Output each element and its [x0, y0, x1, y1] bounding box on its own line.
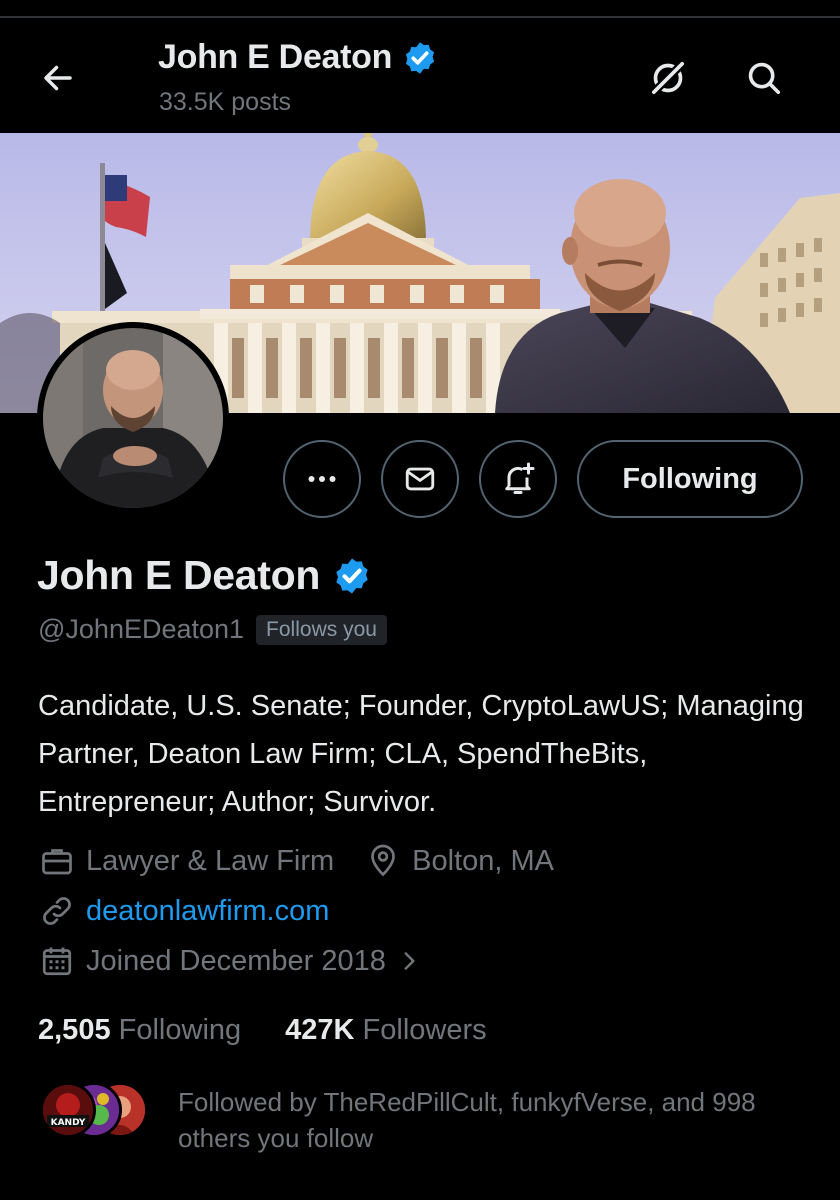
search-icon: [748, 62, 781, 95]
location-item: Bolton, MA: [364, 842, 554, 880]
website-item[interactable]: deatonlawfirm.com: [38, 892, 329, 930]
meta-row-2: deatonlawfirm.com: [38, 892, 329, 930]
mail-icon: [405, 467, 435, 491]
profile-handle: @JohnEDeaton1: [38, 614, 245, 644]
search-button[interactable]: [740, 54, 788, 102]
header-title: John E Deaton: [158, 38, 393, 76]
message-button[interactable]: [381, 440, 459, 518]
more-icon: [308, 476, 336, 482]
followers-stat[interactable]: 427K Followers: [285, 1014, 486, 1047]
verified-badge-icon[interactable]: [332, 556, 372, 596]
category-item: Lawyer & Law Firm: [38, 842, 334, 880]
follow-stats: 2,505 Following 427K Followers: [38, 1014, 487, 1047]
notification-bell-icon: [505, 462, 535, 494]
followed-by-text: Followed by TheRedPillCult, funkyfVerse,…: [178, 1087, 756, 1153]
more-button[interactable]: [283, 440, 361, 518]
link-icon: [43, 897, 71, 925]
notifications-button[interactable]: [479, 440, 557, 518]
post-count: 33.5K posts: [159, 88, 292, 116]
back-button[interactable]: [36, 56, 80, 100]
joined-text: Joined December 2018: [86, 944, 386, 977]
followed-by-row[interactable]: KANDY Followed by TheRedPillCult, funkyf…: [40, 1082, 798, 1156]
followed-by-avatars: KANDY: [40, 1082, 148, 1140]
back-arrow-icon: [44, 65, 72, 91]
profile-name: John E Deaton: [37, 552, 321, 598]
grok-button[interactable]: [644, 54, 692, 102]
avatar-image: [43, 328, 223, 508]
followers-label: Followers: [362, 1014, 487, 1046]
chevron-right-icon: [404, 952, 415, 970]
following-button[interactable]: Following: [577, 440, 803, 518]
profile-header: John E Deaton 33.5K posts: [0, 20, 840, 132]
following-count: 2,505: [38, 1014, 111, 1046]
profile-avatar[interactable]: [37, 322, 229, 514]
briefcase-icon: [42, 849, 72, 875]
follows-you-badge: Follows you: [256, 614, 387, 645]
top-divider: [0, 16, 840, 18]
website-link[interactable]: deatonlawfirm.com: [86, 895, 329, 928]
follower-avatar-1: KANDY: [40, 1082, 96, 1138]
location-pin-icon: [371, 844, 396, 877]
calendar-icon: [42, 947, 72, 976]
following-stat[interactable]: 2,505 Following: [38, 1014, 241, 1047]
followers-count: 427K: [285, 1014, 355, 1046]
profile-bio: Candidate, U.S. Senate; Founder, CryptoL…: [38, 690, 804, 818]
joined-item[interactable]: Joined December 2018: [38, 942, 422, 980]
meta-row-1: Lawyer & Law Firm Bolton, MA: [38, 842, 554, 880]
grok-icon: [651, 61, 685, 95]
verified-badge-icon: [406, 41, 435, 74]
following-label: Following: [118, 1014, 242, 1046]
category-text: Lawyer & Law Firm: [86, 844, 335, 877]
kandy-logo-text: KANDY: [51, 1118, 86, 1128]
location-text: Bolton, MA: [412, 844, 555, 877]
meta-row-3: Joined December 2018: [38, 942, 422, 980]
